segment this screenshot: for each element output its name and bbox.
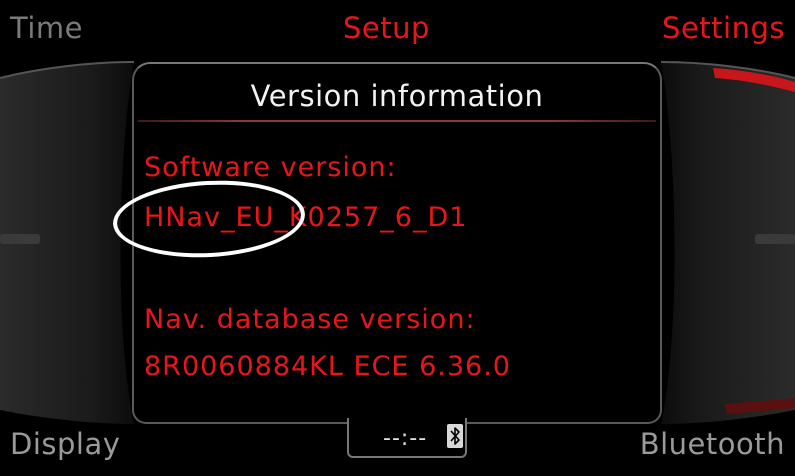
bluetooth-icon [447,424,463,448]
setup-menu[interactable]: Setup [343,14,430,43]
left-side-control [0,61,135,424]
title-divider [138,120,656,122]
nav-database-version-label: Nav. database version: [144,304,476,335]
status-bar: --:-- [347,418,467,458]
software-version-label: Software version: [144,152,397,183]
page-title: Version information [250,79,544,113]
time-menu[interactable]: Time [10,14,83,43]
right-side-control [660,61,795,424]
bluetooth-menu[interactable]: Bluetooth [640,430,785,459]
nav-database-version-value: 8R0060884KL ECE 6.36.0 [144,351,511,382]
display-menu[interactable]: Display [10,430,120,459]
clock: --:-- [383,426,428,451]
settings-menu[interactable]: Settings [662,14,785,43]
